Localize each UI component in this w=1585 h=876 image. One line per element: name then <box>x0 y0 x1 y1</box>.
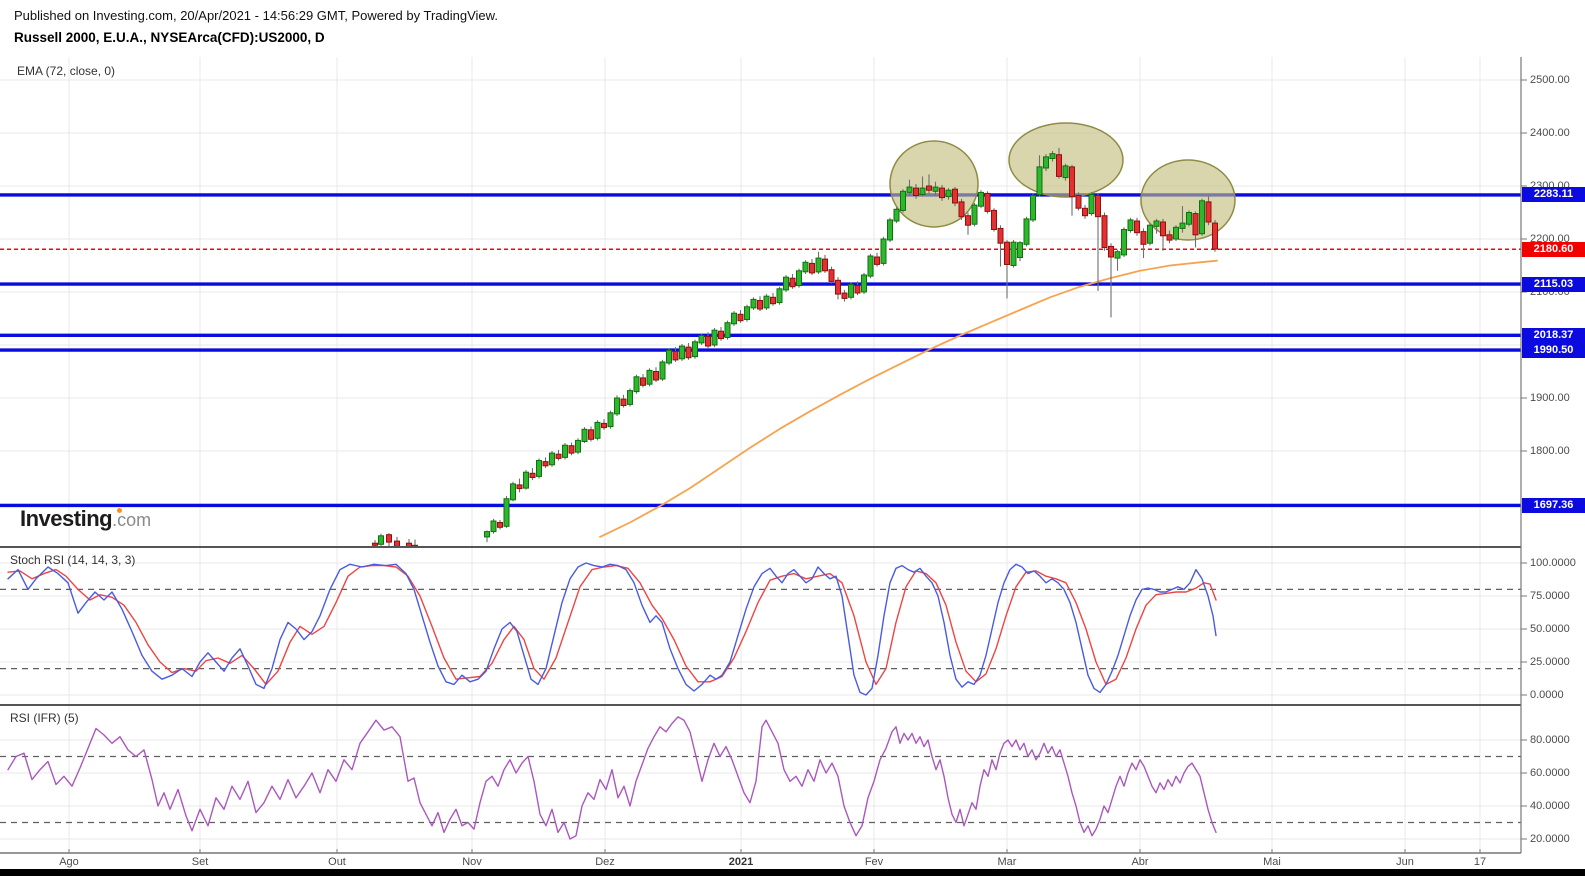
chart-canvas[interactable] <box>0 0 1585 876</box>
time-tick-label: Ago <box>59 856 79 868</box>
last-price-tag: 2180.60 <box>1522 241 1585 257</box>
time-tick-label: Nov <box>462 856 482 868</box>
stoch-tick-label: 100.0000 <box>1530 557 1576 569</box>
time-tick-label: Abr <box>1131 856 1149 868</box>
instrument-title: Russell 2000, E.U.A., NYSEArca(CFD):US20… <box>14 30 325 45</box>
investing-domain-suffix: .com <box>112 510 152 530</box>
stoch-tick-label: 75.0000 <box>1530 590 1570 602</box>
stoch-tick-label: 0.0000 <box>1530 689 1564 701</box>
time-tick-label: Fev <box>864 856 884 868</box>
support-resistance-tag: 1990.50 <box>1522 342 1585 358</box>
rsi-tick-label: 20.0000 <box>1530 833 1570 845</box>
investing-watermark: Investing.com <box>20 506 151 532</box>
support-resistance-tag: 2283.11 <box>1522 187 1585 203</box>
support-resistance-tag: 1697.36 <box>1522 497 1585 513</box>
chart-root: Published on Investing.com, 20/Apr/2021 … <box>0 0 1585 876</box>
rsi-label: RSI (IFR) (5) <box>10 711 79 725</box>
price-tick-label: 1800.00 <box>1530 445 1570 457</box>
ema-indicator-label: EMA (72, close, 0) <box>17 64 116 78</box>
price-tick-label: 1900.00 <box>1530 392 1570 404</box>
stoch-tick-label: 25.0000 <box>1530 656 1570 668</box>
price-tick-label: 2400.00 <box>1530 127 1570 139</box>
time-tick-label: 2021 <box>728 856 754 868</box>
time-tick-label: Mar <box>997 856 1017 868</box>
bottom-black-bar <box>0 869 1585 876</box>
investing-wordmark: Investing <box>20 506 113 531</box>
published-line: Published on Investing.com, 20/Apr/2021 … <box>14 8 498 23</box>
logo-orange-dot-icon <box>117 508 122 513</box>
stoch-tick-label: 50.0000 <box>1530 623 1570 635</box>
stoch-rsi-label: Stoch RSI (14, 14, 3, 3) <box>10 553 136 567</box>
time-tick-label: Set <box>191 856 209 868</box>
time-tick-label: Mai <box>1263 856 1281 868</box>
time-tick-label: 17 <box>1473 856 1487 868</box>
rsi-tick-label: 40.0000 <box>1530 800 1570 812</box>
rsi-tick-label: 80.0000 <box>1530 734 1570 746</box>
rsi-tick-label: 60.0000 <box>1530 767 1570 779</box>
time-tick-label: Out <box>328 856 346 868</box>
support-resistance-tag: 2115.03 <box>1522 276 1585 292</box>
price-tick-label: 2500.00 <box>1530 74 1570 86</box>
time-tick-label: Jun <box>1396 856 1414 868</box>
support-resistance-tag: 2018.37 <box>1522 327 1585 343</box>
time-tick-label: Dez <box>595 856 615 868</box>
